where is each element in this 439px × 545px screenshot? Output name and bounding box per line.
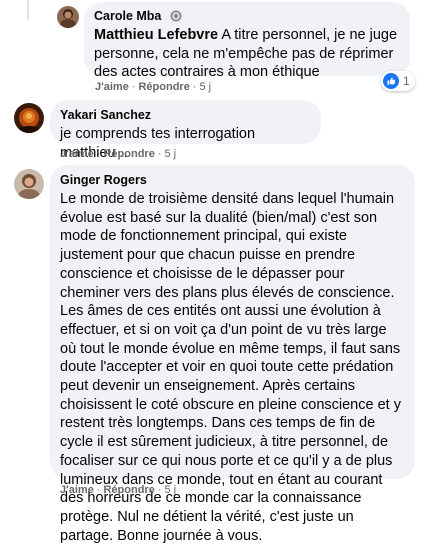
comment-bubble: Ginger Rogers Le monde de troisième dens… bbox=[50, 165, 415, 544]
verified-icon bbox=[170, 10, 182, 22]
comment-text: Matthieu Lefebvre A titre personnel, je … bbox=[94, 26, 400, 82]
comment-actions: J'aime · Répondre · 5 j bbox=[60, 483, 176, 497]
separator: · bbox=[157, 484, 162, 496]
avatar[interactable] bbox=[57, 6, 79, 28]
comment-bubble: Yakari Sanchez je comprends tes interrog… bbox=[50, 100, 321, 161]
avatar[interactable] bbox=[14, 103, 44, 133]
reply-button[interactable]: Répondre bbox=[103, 148, 154, 160]
comment-bubble: Carole Mba Matthieu Lefebvre A titre per… bbox=[84, 2, 410, 80]
like-button[interactable]: J'aime bbox=[60, 148, 94, 160]
separator: · bbox=[192, 81, 197, 93]
like-reaction-icon bbox=[383, 73, 399, 89]
separator: · bbox=[96, 148, 101, 160]
separator: · bbox=[131, 81, 136, 93]
mention-link[interactable]: Matthieu Lefebvre bbox=[94, 27, 218, 43]
comment-ginger-rogers: Ginger Rogers Le monde de troisième dens… bbox=[0, 165, 439, 544]
like-button[interactable]: J'aime bbox=[95, 81, 129, 93]
reply-button[interactable]: Répondre bbox=[103, 484, 154, 496]
reaction-count-value: 1 bbox=[403, 74, 410, 88]
separator: · bbox=[96, 484, 101, 496]
reaction-count[interactable]: 1 bbox=[381, 71, 415, 91]
comment-carole-mba: Carole Mba Matthieu Lefebvre A titre per… bbox=[0, 0, 439, 95]
avatar[interactable] bbox=[14, 169, 44, 199]
reply-button[interactable]: Répondre bbox=[138, 81, 189, 93]
comment-author[interactable]: Yakari Sanchez bbox=[60, 107, 151, 123]
comment-actions: J'aime · Répondre · 5 j bbox=[95, 80, 211, 94]
timestamp[interactable]: 5 j bbox=[200, 81, 212, 93]
comment-actions: J'aime · Répondre · 5 j bbox=[60, 147, 176, 161]
separator: · bbox=[157, 148, 162, 160]
like-button[interactable]: J'aime bbox=[60, 484, 94, 496]
comment-author[interactable]: Carole Mba bbox=[94, 8, 161, 24]
comment-author[interactable]: Ginger Rogers bbox=[60, 172, 147, 188]
comment-yakari-sanchez: Yakari Sanchez je comprends tes interrog… bbox=[0, 95, 439, 165]
timestamp[interactable]: 5 j bbox=[165, 148, 177, 160]
timestamp[interactable]: 5 j bbox=[165, 484, 177, 496]
